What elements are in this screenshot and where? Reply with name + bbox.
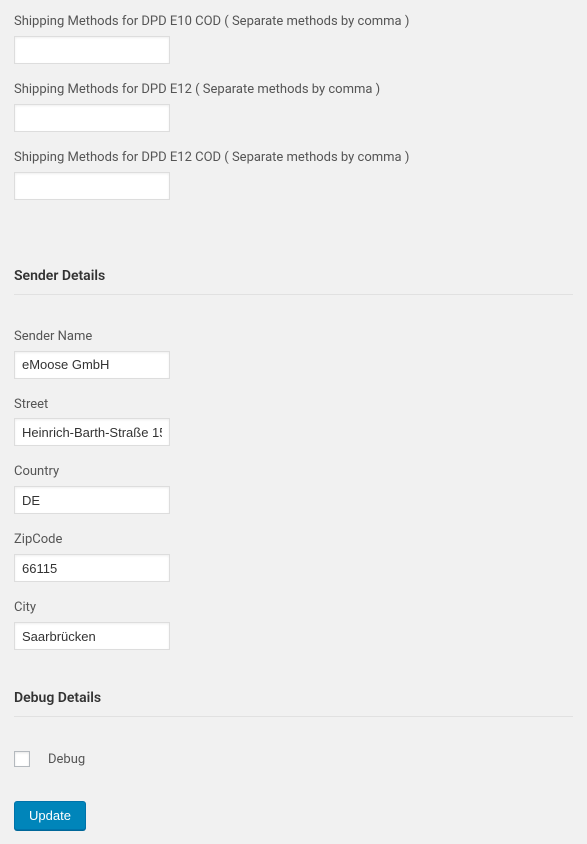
shipping-e10-cod-label: Shipping Methods for DPD E10 COD ( Separ… bbox=[14, 14, 573, 31]
street-field: Street bbox=[14, 397, 573, 447]
shipping-e12-label: Shipping Methods for DPD E12 ( Separate … bbox=[14, 82, 573, 99]
sender-name-input[interactable] bbox=[14, 351, 170, 379]
shipping-e12-field: Shipping Methods for DPD E12 ( Separate … bbox=[14, 82, 573, 132]
debug-checkbox[interactable] bbox=[14, 751, 30, 767]
shipping-e12-input[interactable] bbox=[14, 104, 170, 132]
shipping-e10-cod-field: Shipping Methods for DPD E10 COD ( Separ… bbox=[14, 14, 573, 64]
debug-checkbox-row: Debug bbox=[14, 751, 573, 767]
country-label: Country bbox=[14, 464, 573, 481]
street-input[interactable] bbox=[14, 418, 170, 446]
shipping-e12-cod-label: Shipping Methods for DPD E12 COD ( Separ… bbox=[14, 150, 573, 167]
city-label: City bbox=[14, 600, 573, 617]
country-input[interactable] bbox=[14, 486, 170, 514]
zipcode-label: ZipCode bbox=[14, 532, 573, 549]
update-button[interactable]: Update bbox=[14, 801, 86, 830]
country-field: Country bbox=[14, 464, 573, 514]
sender-name-field: Sender Name bbox=[14, 329, 573, 379]
shipping-e12-cod-field: Shipping Methods for DPD E12 COD ( Separ… bbox=[14, 150, 573, 200]
zipcode-field: ZipCode bbox=[14, 532, 573, 582]
sender-details-heading: Sender Details bbox=[14, 268, 573, 295]
city-field: City bbox=[14, 600, 573, 650]
sender-name-label: Sender Name bbox=[14, 329, 573, 346]
city-input[interactable] bbox=[14, 622, 170, 650]
street-label: Street bbox=[14, 397, 573, 414]
shipping-e12-cod-input[interactable] bbox=[14, 172, 170, 200]
debug-checkbox-label: Debug bbox=[48, 752, 85, 767]
debug-details-heading: Debug Details bbox=[14, 690, 573, 717]
zipcode-input[interactable] bbox=[14, 554, 170, 582]
shipping-e10-cod-input[interactable] bbox=[14, 36, 170, 64]
